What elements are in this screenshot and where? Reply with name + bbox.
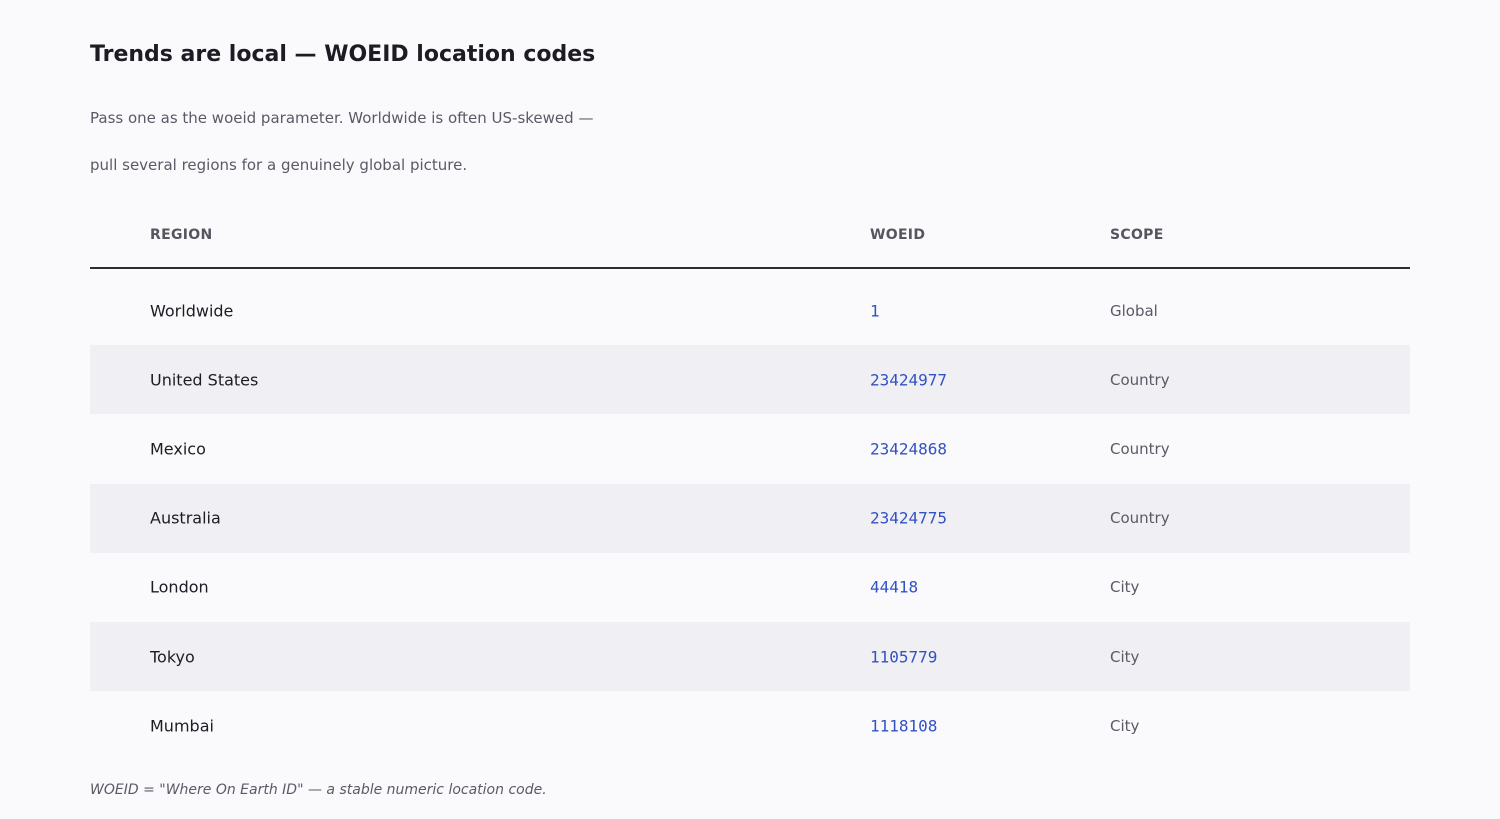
header-region: REGION — [150, 227, 213, 243]
region-cell: Tokyo — [150, 647, 195, 667]
region-cell: London — [150, 577, 209, 597]
region-cell: Mumbai — [150, 716, 214, 736]
footnote: WOEID = "Where On Earth ID" — a stable n… — [90, 782, 547, 798]
page-title: Trends are local — WOEID location codes — [90, 42, 596, 67]
subtitle-line-2: pull several regions for a genuinely glo… — [90, 156, 468, 174]
scope-cell: Country — [1110, 370, 1170, 389]
woeid-table: REGION WOEID SCOPE Worldwide 1 Global Un… — [90, 210, 1410, 760]
region-cell: Mexico — [150, 439, 206, 459]
woeid-cell: 1 — [870, 301, 880, 321]
table-body: Worldwide 1 Global United States 2342497… — [90, 276, 1410, 760]
woeid-cell: 1118108 — [870, 716, 938, 736]
header-scope: SCOPE — [1110, 227, 1164, 243]
woeid-cell: 23424977 — [870, 370, 948, 390]
table-row: United States 23424977 Country — [90, 345, 1410, 415]
table-row: Mexico 23424868 Country — [90, 414, 1410, 483]
region-cell: Australia — [150, 508, 221, 528]
woeid-cell: 1105779 — [870, 647, 938, 667]
subtitle-line-1: Pass one as the woeid parameter. Worldwi… — [90, 109, 594, 127]
scope-cell: City — [1110, 578, 1140, 597]
scope-cell: Country — [1110, 509, 1170, 528]
region-cell: Worldwide — [150, 301, 234, 321]
scope-cell: Global — [1110, 301, 1158, 320]
woeid-cell: 44418 — [870, 577, 919, 597]
table-row: Mumbai 1118108 City — [90, 691, 1410, 760]
table-row: Worldwide 1 Global — [90, 276, 1410, 345]
scope-cell: City — [1110, 716, 1140, 735]
table-header: REGION WOEID SCOPE — [90, 210, 1410, 269]
scope-cell: City — [1110, 647, 1140, 666]
table-row: London 44418 City — [90, 553, 1410, 622]
header-woeid: WOEID — [870, 227, 926, 243]
scope-cell: Country — [1110, 439, 1170, 458]
table-row: Australia 23424775 Country — [90, 483, 1410, 553]
table-row: Tokyo 1105779 City — [90, 621, 1410, 692]
woeid-cell: 23424868 — [870, 439, 948, 459]
woeid-cell: 23424775 — [870, 508, 948, 528]
region-cell: United States — [150, 370, 259, 390]
